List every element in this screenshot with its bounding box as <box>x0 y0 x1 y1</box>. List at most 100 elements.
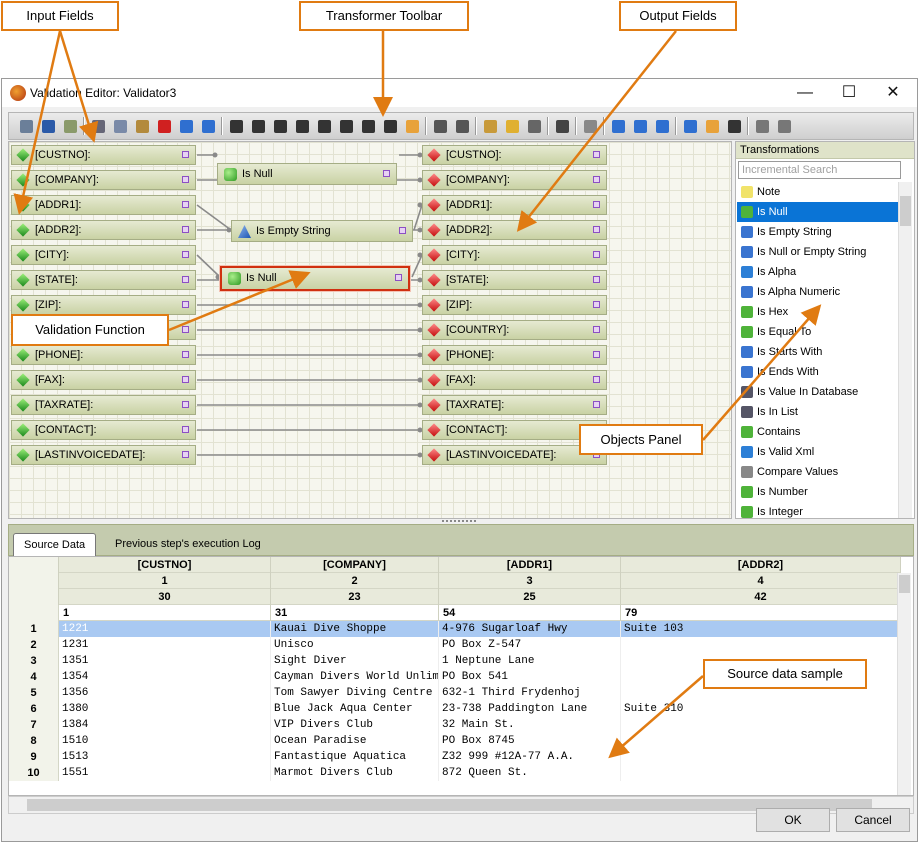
input-field[interactable]: [ZIP]: <box>11 295 196 315</box>
table-cell[interactable]: Cayman Divers World Unlimited <box>271 669 439 685</box>
table-cell[interactable]: 1351 <box>59 653 271 669</box>
table-cell[interactable]: 32 Main St. <box>439 717 621 733</box>
output-field[interactable]: [ZIP]: <box>422 295 607 315</box>
output-field[interactable]: [COUNTRY]: <box>422 320 607 340</box>
table-cell[interactable]: 1221 <box>59 621 271 637</box>
table-cell[interactable]: 23-738 Paddington Lane <box>439 701 621 717</box>
table-cell[interactable]: PO Box 541 <box>439 669 621 685</box>
align-middle-icon[interactable] <box>315 117 333 135</box>
next-icon[interactable] <box>653 117 671 135</box>
maximize-button[interactable]: ☐ <box>834 83 864 103</box>
align-left-icon[interactable] <box>227 117 245 135</box>
table-cell[interactable]: 4-976 Sugarloaf Hwy <box>439 621 621 637</box>
output-port[interactable] <box>182 201 189 208</box>
add-note-icon[interactable] <box>481 117 499 135</box>
table-cell[interactable] <box>621 765 901 781</box>
column-header[interactable]: [ADDR2] <box>621 557 901 573</box>
output-port[interactable] <box>593 251 600 258</box>
table-cell[interactable]: 1384 <box>59 717 271 733</box>
dropdown-icon[interactable] <box>725 117 743 135</box>
output-port[interactable] <box>593 326 600 333</box>
output-port[interactable] <box>182 326 189 333</box>
output-field[interactable]: [FAX]: <box>422 370 607 390</box>
zoom-in-icon[interactable] <box>753 117 771 135</box>
delete-icon[interactable] <box>155 117 173 135</box>
transformation-item[interactable]: Is Ends With <box>737 362 900 382</box>
output-port[interactable] <box>399 227 406 234</box>
table-cell[interactable]: 1 Neptune Lane <box>439 653 621 669</box>
minimize-button[interactable]: — <box>790 83 820 103</box>
column-header[interactable]: [CUSTNO] <box>59 557 271 573</box>
input-field[interactable]: [PHONE]: <box>11 345 196 365</box>
tab-execution-log[interactable]: Previous step's execution Log <box>105 533 271 557</box>
transformation-item[interactable]: Contains <box>737 422 900 442</box>
table-cell[interactable]: 632-1 Third Frydenhoj <box>439 685 621 701</box>
transformation-item[interactable]: Is Hex <box>737 302 900 322</box>
input-field[interactable]: [CUSTNO]: <box>11 145 196 165</box>
output-port[interactable] <box>182 301 189 308</box>
output-field[interactable]: [STATE]: <box>422 270 607 290</box>
output-field[interactable]: [TAXRATE]: <box>422 395 607 415</box>
table-cell[interactable]: 1551 <box>59 765 271 781</box>
output-port[interactable] <box>182 351 189 358</box>
input-field[interactable]: [CITY]: <box>11 245 196 265</box>
table-row[interactable]: 2 1231 Unisco PO Box Z-547 <box>9 637 901 653</box>
table-cell[interactable]: Tom Sawyer Diving Centre <box>271 685 439 701</box>
input-field[interactable]: [TAXRATE]: <box>11 395 196 415</box>
output-port[interactable] <box>593 276 600 283</box>
snap-grid-icon[interactable] <box>403 117 421 135</box>
add-icon[interactable] <box>61 117 79 135</box>
output-port[interactable] <box>593 176 600 183</box>
table-cell[interactable]: PO Box 8745 <box>439 733 621 749</box>
table-cell[interactable]: Ocean Paradise <box>271 733 439 749</box>
cancel-button[interactable]: Cancel <box>836 808 910 832</box>
input-field[interactable]: [ADDR1]: <box>11 195 196 215</box>
clear-icon[interactable] <box>503 117 521 135</box>
output-field[interactable]: [PHONE]: <box>422 345 607 365</box>
table-cell[interactable]: 1354 <box>59 669 271 685</box>
input-field[interactable]: [ADDR2]: <box>11 220 196 240</box>
align-right-icon[interactable] <box>271 117 289 135</box>
output-port[interactable] <box>182 376 189 383</box>
table-cell[interactable]: PO Box Z-547 <box>439 637 621 653</box>
table-cell[interactable] <box>621 733 901 749</box>
table-cell[interactable] <box>621 749 901 765</box>
output-port[interactable] <box>182 176 189 183</box>
transformation-item[interactable]: Is Equal To <box>737 322 900 342</box>
settings-icon[interactable] <box>581 117 599 135</box>
output-port[interactable] <box>182 251 189 258</box>
table-cell[interactable]: 872 Queen St. <box>439 765 621 781</box>
table-cell[interactable]: 1380 <box>59 701 271 717</box>
table-cell[interactable]: Suite 103 <box>621 621 901 637</box>
grid-vertical-scrollbar[interactable] <box>897 573 911 795</box>
table-cell[interactable]: Unisco <box>271 637 439 653</box>
find-icon[interactable] <box>553 117 571 135</box>
table-row[interactable]: 8 1510 Ocean Paradise PO Box 8745 <box>9 733 901 749</box>
redo-icon[interactable] <box>199 117 217 135</box>
transformation-item[interactable]: Is Valid Xml <box>737 442 900 462</box>
transformation-item[interactable]: Is Alpha <box>737 262 900 282</box>
input-field[interactable]: [LASTINVOICEDATE]: <box>11 445 196 465</box>
output-field[interactable]: [CITY]: <box>422 245 607 265</box>
copy-icon[interactable] <box>111 117 129 135</box>
output-port[interactable] <box>593 226 600 233</box>
output-port[interactable] <box>593 376 600 383</box>
output-port[interactable] <box>593 401 600 408</box>
output-port[interactable] <box>383 170 390 177</box>
table-cell[interactable] <box>621 637 901 653</box>
ok-button[interactable]: OK <box>756 808 830 832</box>
output-port[interactable] <box>593 301 600 308</box>
panel-scrollbar[interactable] <box>898 182 912 518</box>
transformation-item[interactable]: Compare Values <box>737 462 900 482</box>
output-field[interactable]: [ADDR2]: <box>422 220 607 240</box>
output-port[interactable] <box>182 151 189 158</box>
table-cell[interactable]: Z32 999 #12A-77 A.A. <box>439 749 621 765</box>
properties-icon[interactable] <box>17 117 35 135</box>
output-port[interactable] <box>182 276 189 283</box>
table-row[interactable]: 9 1513 Fantastique Aquatica Z32 999 #12A-77… <box>9 749 901 765</box>
table-cell[interactable]: 1356 <box>59 685 271 701</box>
table-cell[interactable]: Fantastique Aquatica <box>271 749 439 765</box>
cut-icon[interactable] <box>89 117 107 135</box>
column-header[interactable]: [COMPANY] <box>271 557 439 573</box>
hscroll-thumb[interactable] <box>27 799 872 811</box>
